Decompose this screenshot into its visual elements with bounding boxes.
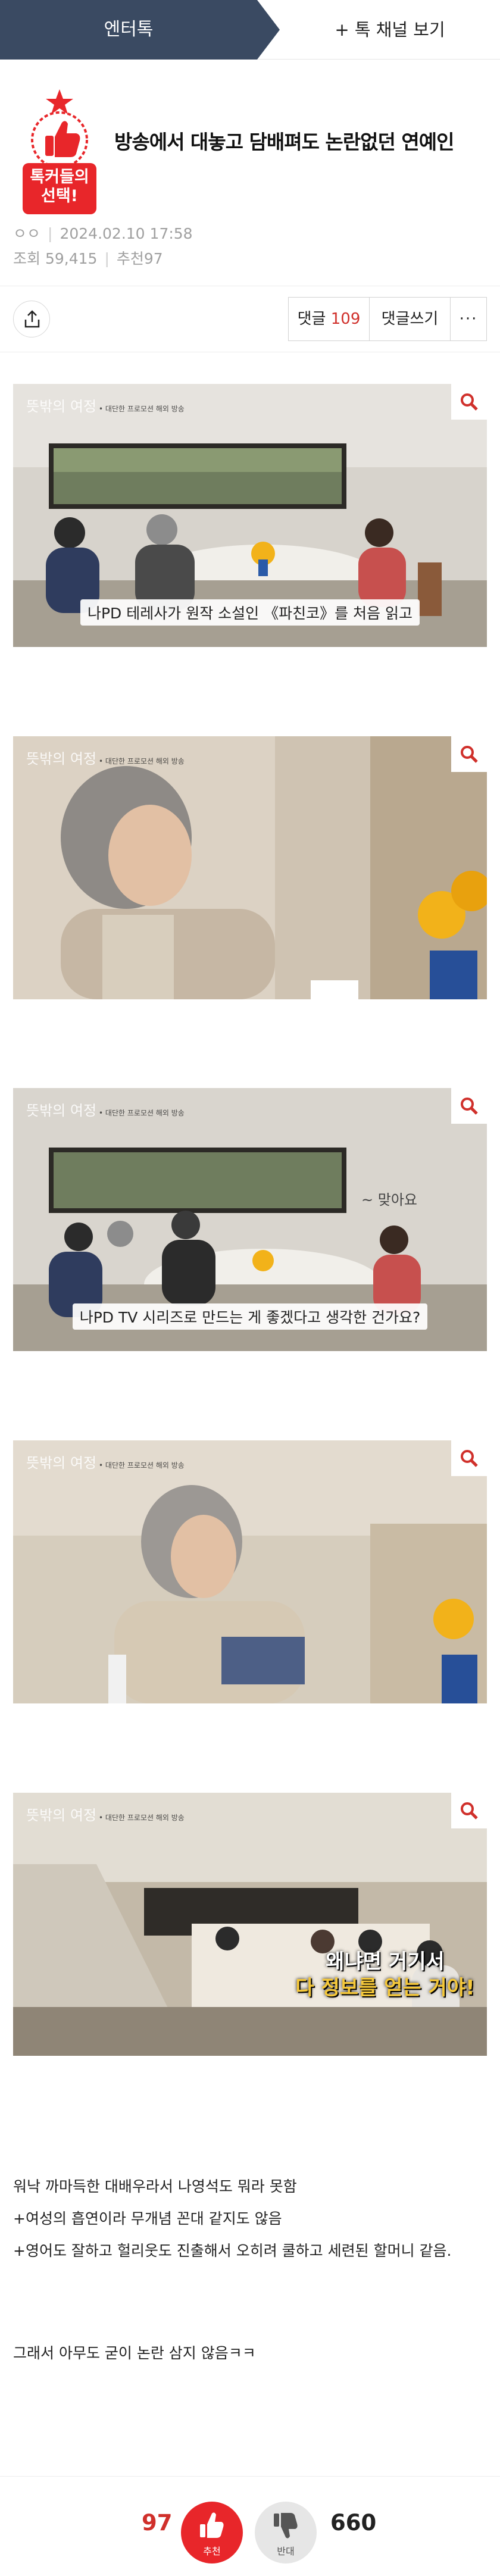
channel-tab-label: 엔터톡 <box>104 19 154 40</box>
image-watermark: 뜻밖의 여정 • 대단한 프로모션 해외 방송 <box>26 398 185 415</box>
zoom-icon <box>461 393 478 411</box>
image-overlay-text: 왜냐면 거기서 다 정보를 얻는 거야! <box>295 1950 475 2000</box>
post-image[interactable]: 뜻밖의 여정 • 대단한 프로모션 해외 방송 <box>13 1440 487 1703</box>
more-channels-link[interactable]: + 톡 채널 보기 <box>280 0 500 60</box>
post-image[interactable]: 뜻밖의 여정 • 대단한 프로모션 해외 방송 ~ 맞아요 나PD TV 시리즈로… <box>13 1088 487 1351</box>
comment-label: 댓글 <box>297 310 326 328</box>
image-watermark: 뜻밖의 여정 • 대단한 프로모션 해외 방송 <box>26 1455 185 1471</box>
body-line: 워낙 까마득한 대배우라서 나영석도 뭐라 못함 <box>13 2178 297 2195</box>
post-body: 워낙 까마득한 대배우라서 나영석도 뭐라 못함 +여성의 흡연이라 무개념 꼰… <box>13 2172 487 2265</box>
badge-line1: 톡커들의 <box>30 168 89 186</box>
body-line: +영어도 잘하고 헐리웃도 진출해서 오히려 쿨하고 세련된 할머니 같음. <box>13 2242 452 2259</box>
zoom-icon <box>461 1450 478 1467</box>
write-comment-button[interactable]: 댓글쓰기 <box>370 298 451 340</box>
channel-tab[interactable]: 엔터톡 <box>0 0 280 60</box>
post-image[interactable]: 뜻밖의 여정 • 대단한 프로모션 해외 방송 나PD 테레사가 원작 소설인 《… <box>13 384 487 647</box>
downvote-label: 반대 <box>277 2546 295 2557</box>
image-aside-text: ~ 맞아요 <box>361 1192 417 1208</box>
post-image[interactable]: 뜻밖의 여정 • 대단한 프로모션 해외 방송 <box>13 736 487 999</box>
likes-label: 추천 <box>116 250 144 267</box>
upvote-count: 97 <box>142 2510 173 2536</box>
vote-bar: 97 추천 반대 660 <box>0 2476 500 2576</box>
views-label: 조회 <box>13 250 41 267</box>
thumbs-down-icon <box>274 2513 298 2539</box>
zoom-icon <box>461 746 478 763</box>
post-body-closing: 그래서 아무도 굳이 논란 삼지 않음ㅋㅋ <box>13 2339 487 2368</box>
zoom-button[interactable] <box>451 1440 487 1476</box>
upvote-button[interactable]: 추천 <box>181 2502 243 2564</box>
image-caption: 나PD TV 시리즈로 만드는 게 좋겠다고 생각한 건가요? <box>72 1303 428 1330</box>
thumbs-up-icon <box>200 2512 224 2538</box>
post-title: 방송에서 대놓고 담배펴도 논란없던 연예인 <box>114 130 454 154</box>
badge-line2: 선택! <box>41 187 78 205</box>
downvote-button[interactable]: 반대 <box>255 2502 317 2564</box>
scene-dinner-room <box>13 1793 487 2056</box>
scene-closeup <box>13 736 487 999</box>
action-bar: 댓글 109 댓글쓰기 ··· <box>0 286 500 352</box>
zoom-button[interactable] <box>451 384 487 420</box>
image-watermark: 뜻밖의 여정 • 대단한 프로모션 해외 방송 <box>26 1807 185 1824</box>
share-button[interactable] <box>13 301 50 337</box>
image-watermark: 뜻밖의 여정 • 대단한 프로모션 해외 방송 <box>26 751 185 767</box>
zoom-button[interactable] <box>451 736 487 772</box>
channel-bar: 엔터톡 + 톡 채널 보기 <box>0 0 500 60</box>
image-caption: 나PD 테레사가 원작 소설인 《파친코》를 처음 읽고 <box>80 599 420 626</box>
zoom-icon <box>461 1802 478 1820</box>
body-line: 그래서 아무도 굳이 논란 삼지 않음ㅋㅋ <box>13 2344 256 2362</box>
comment-count: 109 <box>330 310 361 328</box>
scene-closeup <box>13 1440 487 1703</box>
star-icon <box>46 89 73 114</box>
post-image[interactable]: 뜻밖의 여정 • 대단한 프로모션 해외 방송 왜냐면 거기서 다 정보를 얻는 … <box>13 1793 487 2056</box>
comment-count-button[interactable]: 댓글 109 <box>289 298 370 340</box>
zoom-button[interactable] <box>451 1088 487 1124</box>
image-watermark: 뜻밖의 여정 • 대단한 프로모션 해외 방송 <box>26 1102 185 1119</box>
upvote-label: 추천 <box>203 2546 221 2557</box>
talkers-choice-badge: 톡커들의 선택! <box>18 89 101 217</box>
zoom-icon <box>461 1098 478 1115</box>
downvote-count: 660 <box>330 2510 377 2536</box>
author-name[interactable]: ㅇㅇ <box>13 225 40 242</box>
comment-button-group: 댓글 109 댓글쓰기 ··· <box>288 297 487 341</box>
share-icon <box>24 310 40 328</box>
post-datetime: 2024.02.10 17:58 <box>60 225 193 242</box>
views-count: 59,415 <box>45 250 98 267</box>
zoom-button[interactable] <box>451 1793 487 1828</box>
likes-count: 97 <box>143 250 163 267</box>
post-meta: ㅇㅇ | 2024.02.10 17:58 조회 59,415 | 추천97 <box>13 225 193 267</box>
body-line: +여성의 흡연이라 무개념 꼰대 같지도 않음 <box>13 2210 282 2227</box>
more-options-button[interactable]: ··· <box>451 298 486 340</box>
